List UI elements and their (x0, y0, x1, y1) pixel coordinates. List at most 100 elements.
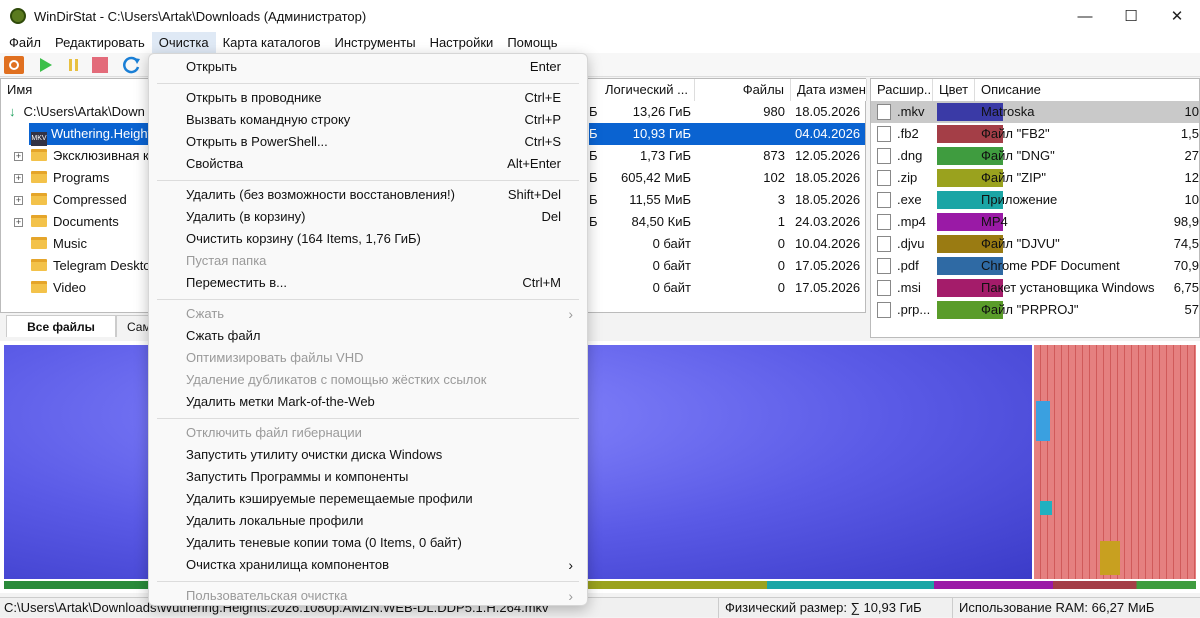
tree-item-documents[interactable]: Documents (31, 211, 119, 233)
menu-item[interactable]: Переместить в... Ctrl+M (149, 272, 587, 294)
submenu-chevron-icon: › (568, 306, 573, 322)
stop-icon[interactable] (90, 56, 110, 74)
tree-item-compressed[interactable]: Compressed (31, 189, 127, 211)
cell-files: 873 (763, 148, 785, 163)
column-header-date[interactable]: Дата измене (791, 79, 867, 101)
cell-physical: Б (589, 170, 598, 185)
column-header-color[interactable]: Цвет (933, 79, 975, 101)
cell-logical: 11,55 МиБ (629, 192, 691, 207)
menu-item-label: Сжать (186, 306, 225, 321)
maximize-button[interactable]: ☐ (1108, 0, 1154, 32)
tree-item-label: Music (53, 236, 87, 251)
menu-item[interactable]: Удалить (в корзину) Del (149, 206, 587, 228)
cell-logical: 13,26 ГиБ (632, 104, 691, 119)
extension-row[interactable]: .djvu Файл "DJVU" 74,5 (871, 233, 1199, 255)
window-title: WinDirStat - C:\Users\Artak\Downloads (А… (34, 8, 367, 24)
extension-row[interactable]: .mp4 MP4 98,9 (871, 211, 1199, 233)
extension-row[interactable]: .pdf Chrome PDF Document 70,9 (871, 255, 1199, 277)
menu-item[interactable]: Удалить локальные профили (149, 510, 587, 532)
expand-icon[interactable]: + (14, 218, 23, 227)
menu-item[interactable]: Удалить (без возможности восстановления!… (149, 184, 587, 206)
extension-row[interactable]: .exe Приложение 10 (871, 189, 1199, 211)
extension-description: Chrome PDF Document (981, 258, 1120, 273)
cell-physical: Б (589, 104, 598, 119)
extension-label: .djvu (897, 236, 925, 251)
cell-physical: Б (589, 214, 598, 229)
menu-item[interactable]: Удалить кэшируемые перемещаемые профили (149, 488, 587, 510)
tree-item-programs[interactable]: Programs (31, 167, 109, 189)
cell-logical: 0 байт (652, 258, 691, 273)
extension-label: .mp4 (897, 214, 926, 229)
extension-bytes: 6,75 (1173, 280, 1199, 295)
expand-icon[interactable]: + (14, 174, 23, 183)
tree-item-music[interactable]: Music (31, 233, 87, 255)
tree-item-label: Documents (53, 214, 119, 229)
tree-item-telegram[interactable]: Telegram Desktop (31, 255, 158, 277)
download-arrow-icon: ↓ (9, 104, 16, 119)
tree-item-exclusive[interactable]: Эксклюзивная к (31, 145, 149, 167)
menu-tools[interactable]: Инструменты (328, 32, 423, 53)
cell-files: 102 (763, 170, 785, 185)
menu-item-label: Свойства (186, 156, 244, 171)
file-type-icon (877, 236, 891, 252)
open-drive-icon[interactable] (4, 56, 24, 74)
extension-description: Приложение (981, 192, 1058, 207)
menu-item[interactable]: Вызвать командную строку Ctrl+P (149, 109, 587, 131)
cell-files: 0 (777, 280, 785, 295)
menu-item: Пустая папка (149, 250, 587, 272)
menu-item-shortcut: Shift+Del (507, 187, 561, 202)
menu-treemap[interactable]: Карта каталогов (216, 32, 328, 53)
cell-logical: 1,73 ГиБ (639, 148, 691, 163)
column-header-files[interactable]: Файлы (695, 79, 791, 101)
close-button[interactable]: ✕ (1154, 0, 1200, 32)
menu-file[interactable]: Файл (2, 32, 48, 53)
menu-item-shortcut: Ctrl+E (524, 90, 561, 105)
column-header-logical[interactable]: Логический ... (599, 79, 695, 101)
expand-icon[interactable]: + (14, 196, 23, 205)
minimize-button[interactable]: — (1062, 0, 1108, 32)
pause-icon[interactable] (64, 56, 84, 74)
folder-icon (31, 149, 47, 161)
tab-all-files[interactable]: Все файлы (6, 315, 116, 337)
menu-item[interactable]: Открыть в проводнике Ctrl+E (149, 87, 587, 109)
menu-item[interactable]: Открыть Enter (149, 56, 587, 78)
menu-item[interactable]: Удалить теневые копии тома (0 Items, 0 б… (149, 532, 587, 554)
column-header-name[interactable]: Имя (1, 79, 149, 101)
expand-icon[interactable]: + (14, 152, 23, 161)
menu-item[interactable]: Сжать файл (149, 325, 587, 347)
extension-row[interactable]: .zip Файл "ZIP" 12 (871, 167, 1199, 189)
cleanup-menu: Открыть Enter Открыть в проводнике Ctrl+E Вы… (148, 53, 588, 606)
cell-logical: 84,50 КиБ (631, 214, 691, 229)
refresh-icon[interactable] (122, 56, 142, 74)
menu-bar: Файл Редактировать Очистка Карта каталог… (0, 32, 1200, 53)
tree-item-wuthering[interactable]: MKV Wuthering.Heights (29, 123, 158, 146)
menu-item[interactable]: Запустить утилиту очистки диска Windows (149, 444, 587, 466)
menu-item[interactable]: Удалить метки Mark-of-the-Web (149, 391, 587, 413)
menu-settings[interactable]: Настройки (423, 32, 501, 53)
menu-item-label: Очистить корзину (164 Items, 1,76 ГиБ) (186, 231, 421, 246)
menu-item[interactable]: Открыть в PowerShell... Ctrl+S (149, 131, 587, 153)
column-header-extension[interactable]: Расшир... (871, 79, 933, 101)
menu-edit[interactable]: Редактировать (48, 32, 152, 53)
extension-bytes: 27 (1184, 148, 1199, 163)
menu-item[interactable]: Свойства Alt+Enter (149, 153, 587, 175)
menu-item[interactable]: Очистка хранилища компонентов › (149, 554, 587, 576)
tree-root-row[interactable]: ↓ C:\Users\Artak\Down (9, 101, 145, 123)
menu-item: Оптимизировать файлы VHD (149, 347, 587, 369)
menu-item[interactable]: Запустить Программы и компоненты (149, 466, 587, 488)
tree-item-label: Wuthering.Heights (51, 126, 158, 141)
extension-row[interactable]: .dng Файл "DNG" 27 (871, 145, 1199, 167)
menu-item[interactable]: Очистить корзину (164 Items, 1,76 ГиБ) (149, 228, 587, 250)
extension-row[interactable]: .msi Пакет установщика Windows 6,75 (871, 277, 1199, 299)
menu-help[interactable]: Помощь (500, 32, 564, 53)
cell-physical: Б (589, 126, 598, 141)
extension-row[interactable]: .mkv Matroska 10 (871, 101, 1199, 123)
column-header-description[interactable]: Описание (975, 79, 1199, 101)
extension-row[interactable]: .prp... Файл "PRPROJ" 57 (871, 299, 1199, 321)
menu-separator (157, 418, 579, 419)
menu-cleanup[interactable]: Очистка (151, 32, 216, 53)
play-icon[interactable] (36, 56, 56, 74)
folder-icon (31, 259, 47, 271)
extension-row[interactable]: .fb2 Файл "FB2" 1,5 (871, 123, 1199, 145)
tree-item-video[interactable]: Video (31, 277, 86, 299)
